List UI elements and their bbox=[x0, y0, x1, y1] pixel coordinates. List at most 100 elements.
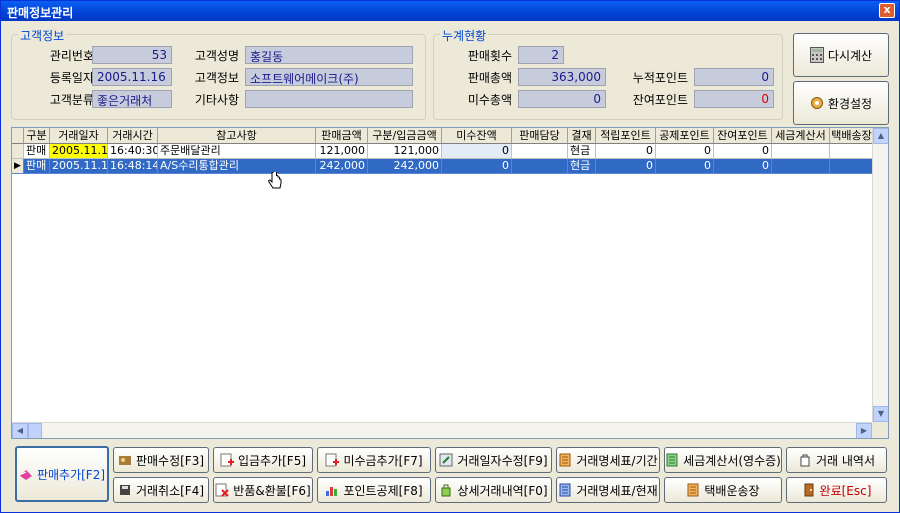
return-refund-label: 반품&환불[F6] bbox=[233, 483, 311, 498]
edit-sale-label: 판매수정[F3] bbox=[135, 453, 205, 468]
accum-points-field[interactable]: 0 bbox=[694, 68, 774, 86]
col-deposit-amount[interactable]: 구분/입금금액 bbox=[368, 128, 442, 144]
cell-date: 2005.11.16 bbox=[50, 144, 108, 159]
edit-sale-button[interactable]: 판매수정[F3] bbox=[113, 447, 209, 473]
cell-deducted-points: 0 bbox=[656, 144, 714, 159]
point-deduct-button[interactable]: 포인트공제[F8] bbox=[317, 477, 431, 503]
recalc-label: 다시계산 bbox=[827, 48, 873, 63]
cell-remain-points: 0 bbox=[714, 159, 772, 174]
deposit-add-button[interactable]: 입금추가[F5] bbox=[213, 447, 313, 473]
col-note[interactable]: 참고사항 bbox=[158, 128, 316, 144]
col-type[interactable]: 구분 bbox=[24, 128, 50, 144]
exit-door-icon bbox=[804, 483, 814, 497]
unpaid-add-button[interactable]: 미수금추가[F7] bbox=[317, 447, 431, 473]
col-deducted-points[interactable]: 공제포인트 bbox=[656, 128, 714, 144]
customer-detail-field[interactable]: 소프트웨어메이크(주) bbox=[245, 68, 413, 86]
transaction-history-button[interactable]: 거래 내역서 bbox=[786, 447, 887, 473]
col-time[interactable]: 거래시간 bbox=[108, 128, 158, 144]
return-refund-icon bbox=[215, 483, 229, 497]
remain-points-field[interactable]: 0 bbox=[694, 90, 774, 108]
tax-invoice-icon bbox=[666, 453, 678, 467]
cell-sales-rep bbox=[512, 159, 568, 174]
done-label: 완료[Esc] bbox=[819, 483, 872, 498]
hand-cursor-icon bbox=[268, 172, 282, 189]
reg-date-field[interactable]: 2005.11.16 bbox=[92, 68, 172, 86]
etc-label: 기타사항 bbox=[194, 93, 239, 107]
cancel-sale-icon bbox=[119, 485, 130, 495]
col-remain-points[interactable]: 잔여포인트 bbox=[714, 128, 772, 144]
statement-current-icon bbox=[559, 483, 571, 497]
cell-note: 주문배달관리 bbox=[158, 144, 316, 159]
row-indicator bbox=[12, 144, 24, 159]
statement-period-button[interactable]: 거래명세표/기간 bbox=[556, 447, 660, 473]
title-bar: 판매정보관리 x bbox=[1, 1, 899, 21]
customer-class-field[interactable]: 좋은거래처 bbox=[92, 90, 172, 108]
detail-history-button[interactable]: 상세거래내역[F0] bbox=[435, 477, 552, 503]
cell-time: 16:48:14 bbox=[108, 159, 158, 174]
row-indicator-header bbox=[12, 128, 24, 144]
settings-icon bbox=[810, 97, 823, 109]
col-earned-points[interactable]: 적립포인트 bbox=[596, 128, 656, 144]
col-payment[interactable]: 결재 bbox=[568, 128, 596, 144]
settings-button[interactable]: 환경설정 bbox=[793, 81, 889, 125]
scroll-up-button[interactable]: ▲ bbox=[873, 128, 888, 144]
col-sales-amount[interactable]: 판매금액 bbox=[316, 128, 368, 144]
cell-delivery bbox=[830, 144, 874, 159]
col-sales-rep[interactable]: 판매담당 bbox=[512, 128, 568, 144]
cell-deducted-points: 0 bbox=[656, 159, 714, 174]
sales-total-field[interactable]: 363,000 bbox=[518, 68, 606, 86]
return-refund-button[interactable]: 반품&환불[F6] bbox=[213, 477, 313, 503]
sales-count-field[interactable]: 2 bbox=[518, 46, 564, 64]
date-edit-button[interactable]: 거래일자수정[F9] bbox=[435, 447, 552, 473]
cell-sales-rep bbox=[512, 144, 568, 159]
cell-type: 판매 bbox=[24, 144, 50, 159]
vertical-scrollbar[interactable]: ▲ ▼ bbox=[872, 128, 888, 422]
horizontal-scrollbar[interactable]: ◀ ▶ bbox=[12, 422, 872, 438]
customer-info-group-label: 고객정보 bbox=[18, 27, 67, 44]
date-edit-icon bbox=[439, 453, 453, 467]
cancel-sale-button[interactable]: 거래취소[F4] bbox=[113, 477, 209, 503]
customer-name-field[interactable]: 홍길동 bbox=[245, 46, 413, 64]
add-sale-icon bbox=[19, 470, 32, 480]
row-indicator: ▶ bbox=[12, 159, 24, 174]
cell-note: A/S수리통합관리 bbox=[158, 159, 316, 174]
close-button[interactable]: x bbox=[879, 3, 895, 18]
transaction-history-label: 거래 내역서 bbox=[815, 453, 875, 468]
customer-id-field[interactable]: 53 bbox=[92, 46, 172, 64]
etc-field[interactable] bbox=[245, 90, 413, 108]
col-delivery[interactable]: 택배송장 bbox=[830, 128, 874, 144]
delivery-waybill-button[interactable]: 택배운송장 bbox=[664, 477, 782, 503]
col-date[interactable]: 거래일자 bbox=[50, 128, 108, 144]
deposit-add-label: 입금추가[F5] bbox=[237, 453, 307, 468]
scroll-left-button[interactable]: ◀ bbox=[12, 423, 28, 438]
col-unpaid-balance[interactable]: 미수잔액 bbox=[442, 128, 512, 144]
tax-invoice-label: 세금계산서(영수증) bbox=[683, 453, 781, 468]
tax-invoice-button[interactable]: 세금계산서(영수증) bbox=[664, 447, 782, 473]
col-tax-invoice[interactable]: 세금계산서 bbox=[772, 128, 830, 144]
sales-table[interactable]: 구분 거래일자 거래시간 참고사항 판매금액 구분/입금금액 미수잔액 판매담당… bbox=[11, 127, 889, 439]
detail-history-label: 상세거래내역[F0] bbox=[457, 483, 548, 498]
add-sale-button[interactable]: 판매추가[F2] bbox=[15, 446, 109, 502]
statement-current-label: 거래명세표/현재 bbox=[576, 483, 658, 498]
cancel-sale-label: 거래취소[F4] bbox=[135, 483, 205, 498]
statement-period-label: 거래명세표/기간 bbox=[576, 453, 658, 468]
scroll-right-button[interactable]: ▶ bbox=[856, 423, 872, 438]
settings-label: 환경설정 bbox=[827, 96, 873, 111]
unpaid-add-icon bbox=[325, 453, 340, 467]
customer-info-group: 고객정보 관리번호 53 고객성명 홍길동 등록일자 2005.11.16 고객… bbox=[11, 27, 426, 120]
reg-date-label: 등록일자 bbox=[49, 71, 94, 85]
cell-type: 판매 bbox=[24, 159, 50, 174]
unpaid-total-field[interactable]: 0 bbox=[518, 90, 606, 108]
scroll-thumb[interactable] bbox=[28, 423, 42, 438]
unpaid-total-label: 미수총액 bbox=[467, 93, 512, 107]
history-icon bbox=[800, 454, 810, 467]
done-button[interactable]: 완료[Esc] bbox=[786, 477, 887, 503]
statement-current-button[interactable]: 거래명세표/현재 bbox=[556, 477, 660, 503]
recalc-button[interactable]: 다시계산 bbox=[793, 33, 889, 77]
cell-earned-points: 0 bbox=[596, 144, 656, 159]
cell-delivery bbox=[830, 159, 874, 174]
date-edit-label: 거래일자수정[F9] bbox=[457, 453, 548, 468]
statement-icon bbox=[559, 453, 571, 467]
calculator-icon bbox=[809, 47, 824, 63]
scroll-down-button[interactable]: ▼ bbox=[873, 406, 888, 422]
